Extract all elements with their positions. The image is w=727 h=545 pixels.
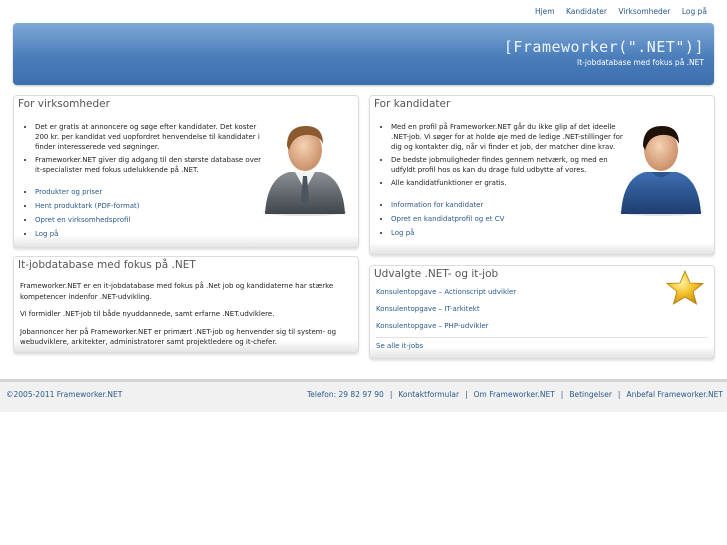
candidate-icon xyxy=(619,126,703,216)
footer-copyright: ©2005-2011 Frameworker.NET xyxy=(6,390,123,399)
footer-links: Telefon: 29 82 97 90 | Kontaktformular | Om … xyxy=(306,390,723,399)
footer: ©2005-2011 Frameworker.NET Telefon: 29 8… xyxy=(0,379,727,412)
header-banner: [Frameworker(".NET")] It-jobdatabase med… xyxy=(13,23,714,85)
link-log-paa-business[interactable]: Log på xyxy=(35,230,58,238)
nav-hjem[interactable]: Hjem xyxy=(535,7,555,16)
database-panel-title: It-jobdatabase med fokus på .NET xyxy=(18,259,196,271)
list-item: Det er gratis at annoncere og søge efter… xyxy=(35,122,265,152)
list-item: Med en profil på Frameworker.NET går du … xyxy=(391,122,623,152)
job-link-it-arkitekt[interactable]: Konsulentopgave – IT-arkitekt xyxy=(376,305,480,313)
link-produktark[interactable]: Hent produktark (PDF-format) xyxy=(35,202,140,210)
featured-jobs-title: Udvalgte .NET- og it-job xyxy=(374,268,499,280)
top-navigation: Hjem Kandidater Virksomheder Log på xyxy=(526,7,707,16)
link-opret-virksomhed[interactable]: Opret en virksomhedsprofil xyxy=(35,216,130,224)
job-link-actionscript[interactable]: Konsulentopgave – Actionscript udvikler xyxy=(376,288,516,296)
footer-link-betingelser[interactable]: Betingelser xyxy=(569,390,612,399)
nav-log-paa[interactable]: Log på xyxy=(682,7,707,16)
business-panel-title: For virksomheder xyxy=(18,98,110,110)
link-log-paa-candidate[interactable]: Log på xyxy=(391,229,414,237)
list-item: Frameworker.NET giver dig adgang til den… xyxy=(35,155,265,175)
businessman-icon xyxy=(263,126,347,216)
list-item: Alle kandidatfunktioner er gratis. xyxy=(391,178,623,188)
list-item: De bedste jobmuligheder findes gennem ne… xyxy=(391,155,623,175)
footer-link-om[interactable]: Om Frameworker.NET xyxy=(474,390,555,399)
link-produkter[interactable]: Produkter og priser xyxy=(35,188,102,196)
link-info-kandidater[interactable]: Information for kandidater xyxy=(391,201,483,209)
footer-link-anbefal[interactable]: Anbefal Frameworker.NET xyxy=(626,390,723,399)
database-paragraph-1: Frameworker.NET er en it-jobdatabase med… xyxy=(20,282,334,301)
candidate-panel-title: For kandidater xyxy=(374,98,451,110)
database-panel: It-jobdatabase med fokus på .NET Framewo… xyxy=(13,256,359,353)
nav-virksomheder[interactable]: Virksomheder xyxy=(618,7,670,16)
site-logo-text[interactable]: [Frameworker(".NET")] xyxy=(504,38,704,56)
site-tagline: It-jobdatabase med fokus på .NET xyxy=(577,58,704,67)
footer-link-kontakt[interactable]: Kontaktformular xyxy=(398,390,459,399)
nav-kandidater[interactable]: Kandidater xyxy=(566,7,607,16)
business-panel: For virksomheder Det er gratis at annonc… xyxy=(13,95,359,248)
business-bullets: Det er gratis at annoncere og søge efter… xyxy=(14,122,265,175)
featured-jobs-panel: Udvalgte .NET- og it-job Konsulentopgave… xyxy=(369,265,715,359)
see-all-jobs-link[interactable]: Se alle it-jobs xyxy=(376,342,423,350)
footer-phone: Telefon: 29 82 97 90 xyxy=(306,390,384,399)
link-opret-kandidat[interactable]: Opret en kandidatprofil og et CV xyxy=(391,215,504,223)
divider xyxy=(376,337,708,338)
star-icon xyxy=(666,270,704,305)
database-paragraph-2: Vi formidler .NET-job til både nyuddanne… xyxy=(20,310,275,318)
candidate-bullets: Med en profil på Frameworker.NET går du … xyxy=(370,122,623,188)
database-paragraph-3: Jobannoncer her på Frameworker.NET er pr… xyxy=(20,327,337,347)
candidate-panel: For kandidater Med en profil på Framewor… xyxy=(369,95,715,255)
job-link-php[interactable]: Konsulentopgave – PHP-udvikler xyxy=(376,322,489,330)
